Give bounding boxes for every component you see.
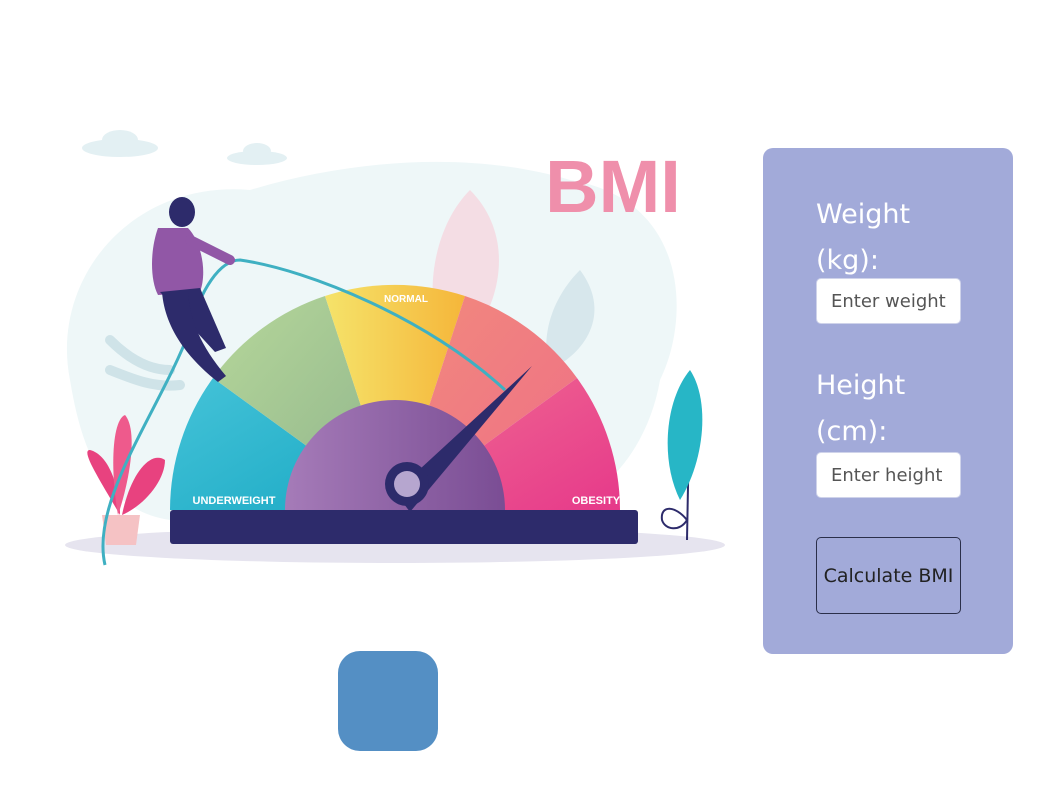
normal-label: NORMAL	[384, 294, 428, 305]
bmi-gauge-graphic: UNDERWEIGHT NORMAL OBESITY BMI	[65, 130, 725, 566]
obesity-label: OBESITY	[572, 495, 621, 507]
weight-label: Weight (kg):	[816, 199, 911, 276]
calculate-bmi-button[interactable]: Calculate BMI	[816, 537, 961, 614]
bmi-illustration: UNDERWEIGHT NORMAL OBESITY BMI	[50, 120, 740, 580]
weight-input[interactable]	[816, 278, 961, 324]
height-input[interactable]	[816, 452, 961, 498]
bmi-title: BMI	[545, 145, 681, 228]
blue-square-block	[338, 651, 438, 751]
height-label: Height (cm):	[816, 370, 906, 447]
bmi-form-card: Weight (kg): Height (cm): Calculate BMI	[763, 148, 1013, 654]
underweight-label: UNDERWEIGHT	[193, 495, 276, 507]
